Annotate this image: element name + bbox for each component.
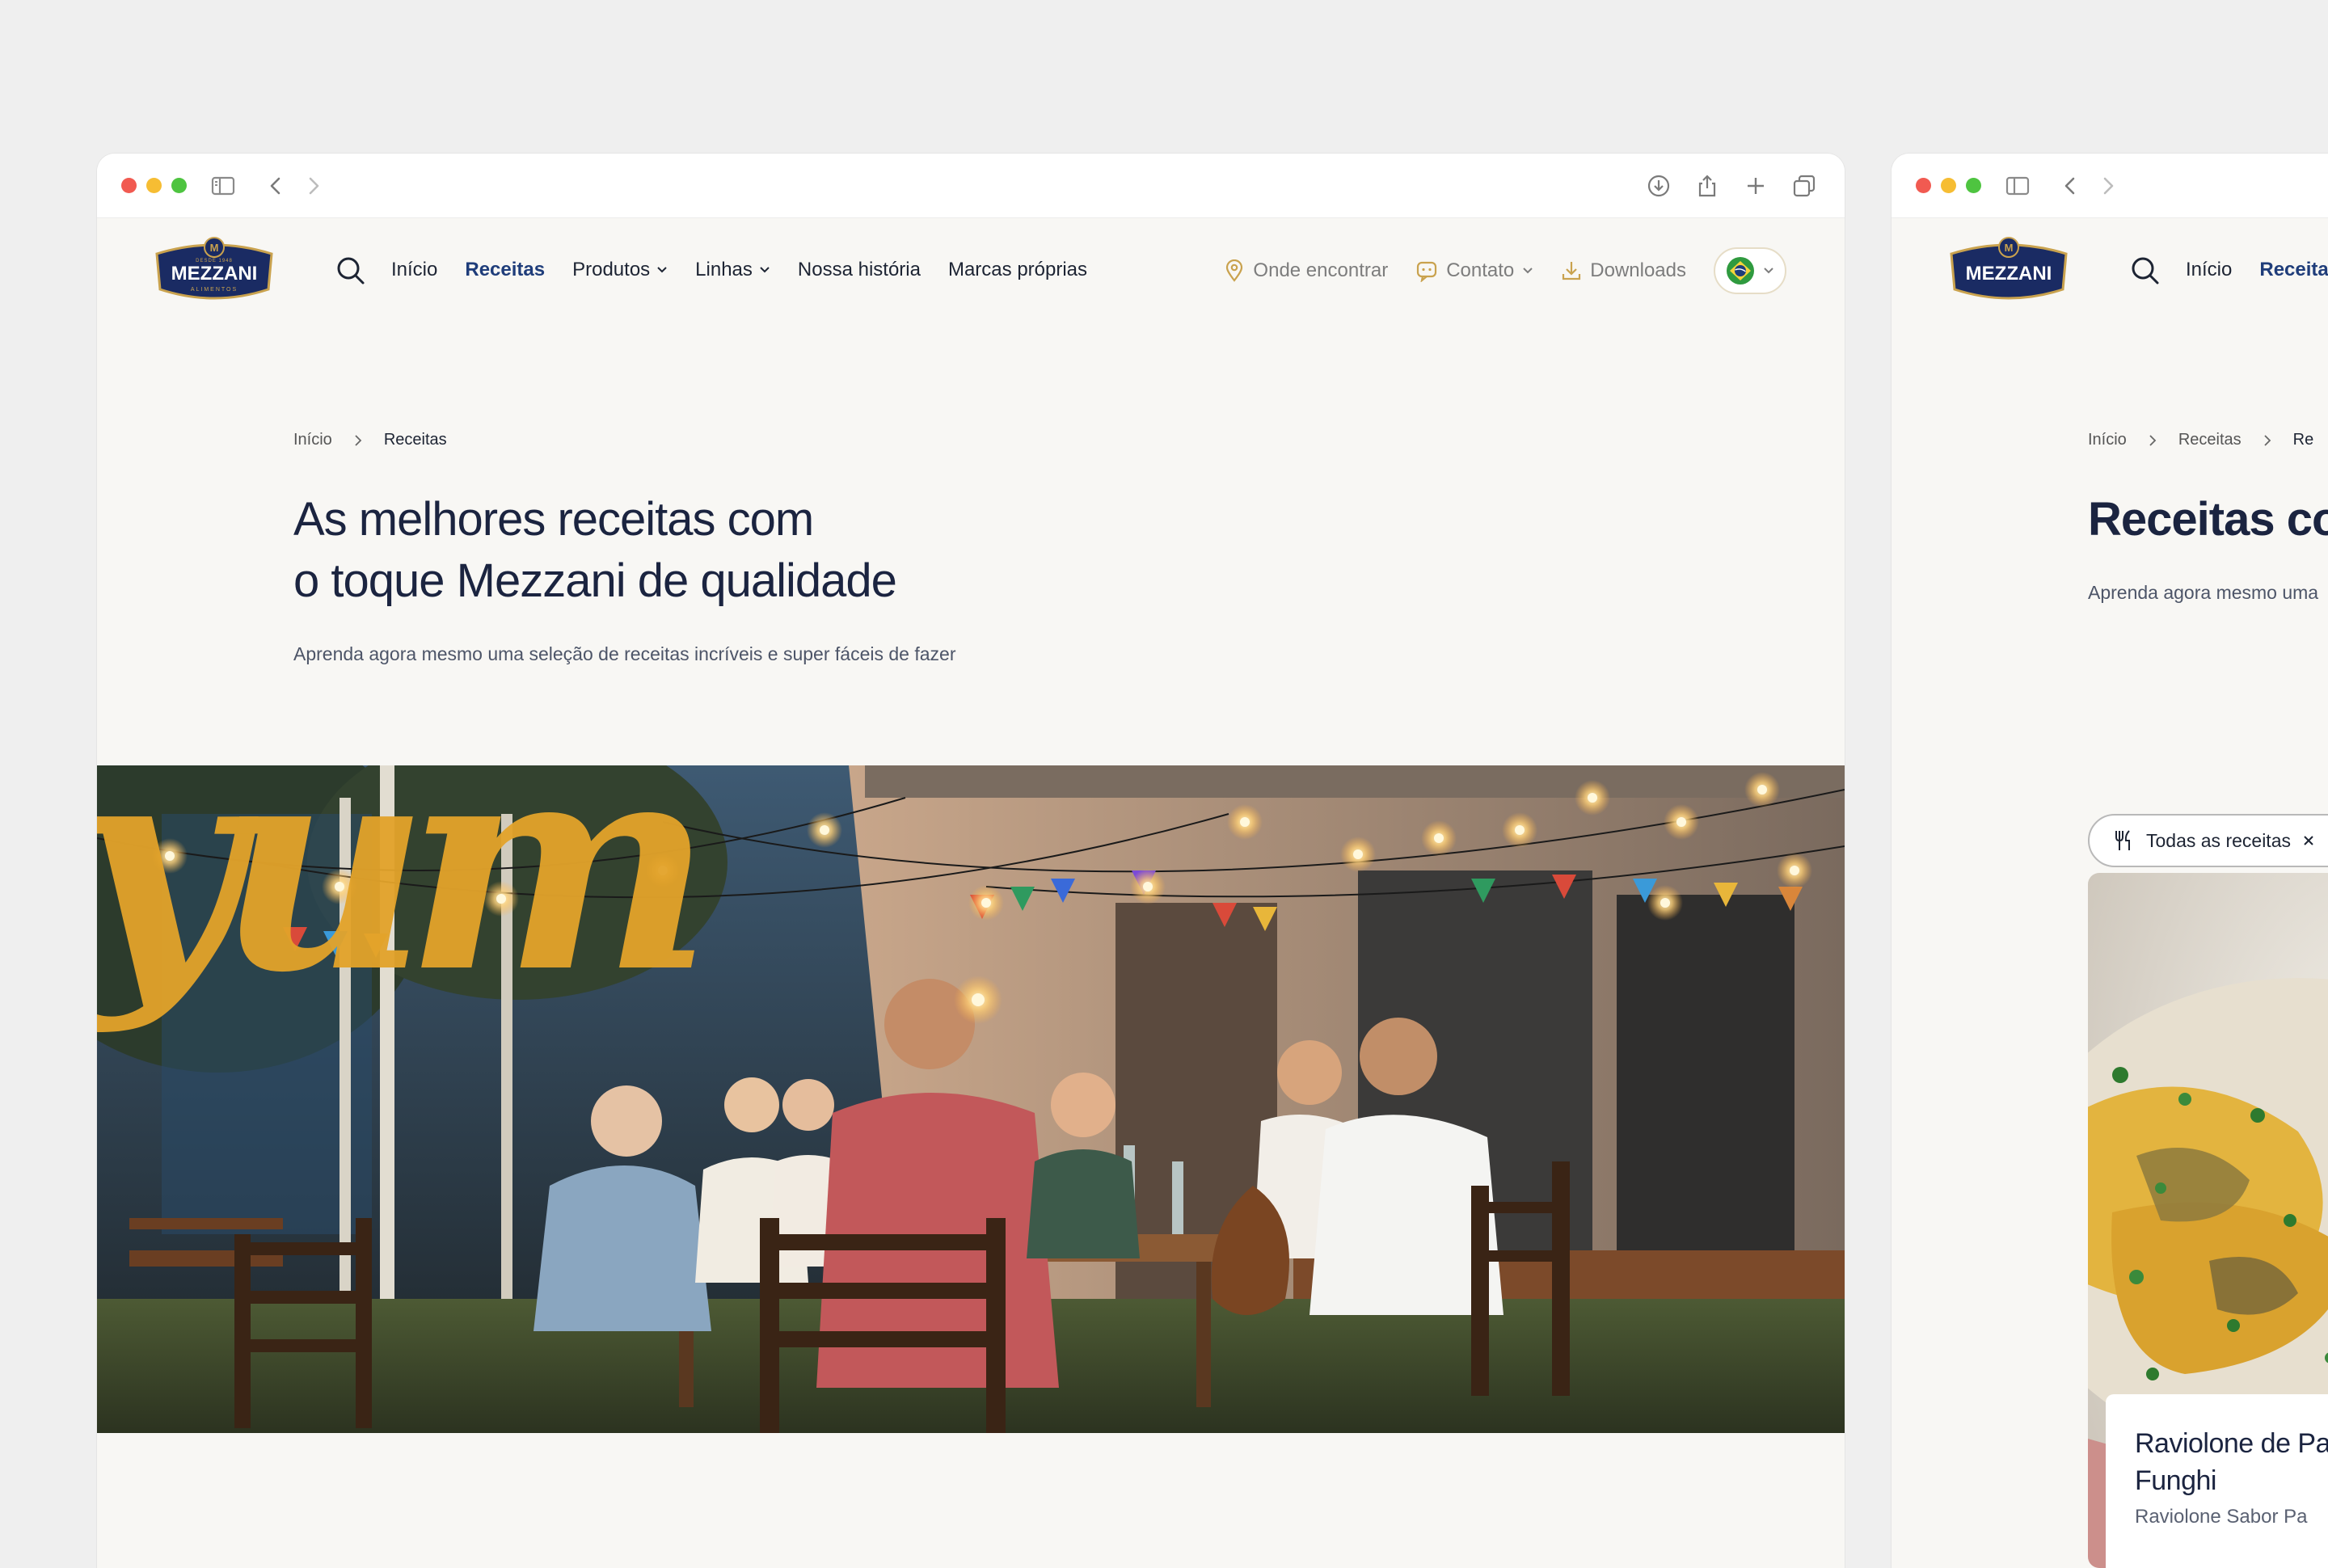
svg-text:MEZZANI: MEZZANI <box>171 263 258 285</box>
new-tab-icon[interactable] <box>1743 173 1769 199</box>
nav-item-linhas[interactable]: Linhas <box>695 259 770 281</box>
nav-item-produtos[interactable]: Produtos <box>572 259 668 281</box>
browser-toolbar <box>97 154 1845 218</box>
contact-label: Contato <box>1446 259 1515 281</box>
chevron-right-icon <box>2149 434 2157 446</box>
sidebar-toggle-icon[interactable] <box>2005 173 2031 199</box>
nav-item-marcas-proprias[interactable]: Marcas próprias <box>948 259 1087 281</box>
page-subtitle: Aprenda agora mesmo uma <box>2088 582 2319 603</box>
contact-menu[interactable]: Contato <box>1415 259 1533 282</box>
browser-toolbar <box>1892 154 2328 218</box>
close-icon <box>2304 836 2313 845</box>
share-icon[interactable] <box>1694 173 1720 199</box>
downloads-label: Downloads <box>1590 259 1686 281</box>
nav-item-inicio[interactable]: Início <box>2186 259 2232 281</box>
chevron-down-icon <box>1764 268 1773 274</box>
breadcrumb-inicio[interactable]: Início <box>293 431 332 449</box>
search-icon[interactable] <box>335 255 366 290</box>
page-title-line-1: As melhores receitas com <box>293 493 814 546</box>
svg-text:M: M <box>2005 242 2014 254</box>
window-controls <box>121 178 187 193</box>
nav-item-label: Produtos <box>572 259 651 280</box>
filter-label: Todas as receitas <box>2146 829 2291 851</box>
svg-text:M: M <box>210 242 219 254</box>
recipe-card-info[interactable]: Raviolone de Pa Funghi Raviolone Sabor P… <box>2106 1394 2328 1568</box>
main-nav: Início Receitas <box>2186 259 2328 281</box>
sidebar-toggle-icon[interactable] <box>210 173 236 199</box>
site-header: M MEZZANI ALIMENTOS DESDE 1948 Início Re… <box>97 218 1845 323</box>
mezzani-logo[interactable]: M MEZZANI <box>1948 236 2069 306</box>
minimize-window-button[interactable] <box>146 178 162 193</box>
breadcrumb-inicio[interactable]: Início <box>2088 431 2127 449</box>
nav-item-inicio[interactable]: Início <box>391 259 437 281</box>
chevron-right-icon <box>355 434 362 446</box>
forward-arrow-icon[interactable] <box>301 173 327 199</box>
nav-item-label: Linhas <box>695 259 753 280</box>
nav-item-receitas[interactable]: Receitas <box>465 259 545 281</box>
close-window-button[interactable] <box>121 178 137 193</box>
header-utilities: Onde encontrar Contato Downloads <box>1224 247 1786 294</box>
browser-window-main: M MEZZANI ALIMENTOS DESDE 1948 Início Re… <box>97 154 1845 1568</box>
chevron-down-icon <box>760 267 770 273</box>
recipe-description: Raviolone Sabor Pa <box>2135 1506 2308 1528</box>
close-window-button[interactable] <box>1916 178 1931 193</box>
browser-window-secondary: M MEZZANI Início Receitas Início Receita… <box>1892 154 2328 1568</box>
breadcrumb: Início Receitas <box>293 431 447 449</box>
back-arrow-icon[interactable] <box>2057 173 2083 199</box>
where-to-find-link[interactable]: Onde encontrar <box>1224 259 1388 282</box>
hero-script-text: yum <box>97 765 696 1036</box>
nav-item-nossa-historia[interactable]: Nossa história <box>798 259 921 281</box>
download-icon <box>1563 262 1581 280</box>
nav-item-label: Marcas próprias <box>947 259 1088 280</box>
forward-arrow-icon[interactable] <box>2095 173 2121 199</box>
tabs-overview-icon[interactable] <box>1791 173 1817 199</box>
main-nav: Início Receitas Produtos Linhas Nossa hi… <box>391 259 1087 281</box>
site-header: M MEZZANI Início Receitas <box>1892 218 2328 323</box>
mezzani-logo[interactable]: M MEZZANI ALIMENTOS DESDE 1948 <box>154 236 275 306</box>
nav-item-label: Nossa história <box>797 259 921 280</box>
page-title: As melhores receitas com o toque Mezzani… <box>293 489 1021 612</box>
recipe-title-line-2: Funghi <box>2135 1465 2216 1496</box>
nav-item-label: Início <box>391 259 438 280</box>
page-title-line-2: o toque Mezzani de qualidade <box>293 554 897 607</box>
brazil-flag-icon <box>1727 257 1754 285</box>
filter-all-recipes[interactable]: Todas as receitas <box>2088 814 2328 867</box>
page-title: Receitas co <box>2088 493 2328 546</box>
nav-item-receitas[interactable]: Receitas <box>2259 259 2328 281</box>
nav-item-label: Receitas <box>465 259 546 280</box>
svg-text:ALIMENTOS: ALIMENTOS <box>191 287 238 293</box>
language-selector[interactable] <box>1714 247 1786 294</box>
hero-image: yum <box>97 765 1845 1433</box>
download-icon[interactable] <box>1646 173 1672 199</box>
svg-text:DESDE 1948: DESDE 1948 <box>196 259 233 263</box>
minimize-window-button[interactable] <box>1941 178 1956 193</box>
window-controls <box>1916 178 1981 193</box>
chevron-down-icon <box>657 267 667 273</box>
maximize-window-button[interactable] <box>1966 178 1981 193</box>
breadcrumb-receitas[interactable]: Receitas <box>2178 431 2242 449</box>
back-arrow-icon[interactable] <box>263 173 289 199</box>
fork-knife-icon <box>2115 830 2130 850</box>
breadcrumb-receitas: Receitas <box>383 431 447 449</box>
maximize-window-button[interactable] <box>171 178 187 193</box>
chevron-down-icon <box>1523 268 1533 274</box>
chat-icon <box>1417 261 1437 282</box>
chevron-right-icon <box>2263 434 2271 446</box>
downloads-link[interactable]: Downloads <box>1561 259 1686 282</box>
location-pin-icon <box>1226 259 1243 282</box>
recipe-title-line-1: Raviolone de Pa <box>2135 1428 2328 1459</box>
where-to-find-label: Onde encontrar <box>1253 259 1389 281</box>
page-subtitle: Aprenda agora mesmo uma seleção de recei… <box>293 643 956 664</box>
breadcrumb-current: Re <box>2292 431 2314 449</box>
breadcrumb: Início Receitas Re <box>2088 431 2313 449</box>
recipe-title: Raviolone de Pa Funghi <box>2135 1425 2328 1499</box>
svg-text:MEZZANI: MEZZANI <box>1966 263 2052 285</box>
search-icon[interactable] <box>2130 255 2161 290</box>
